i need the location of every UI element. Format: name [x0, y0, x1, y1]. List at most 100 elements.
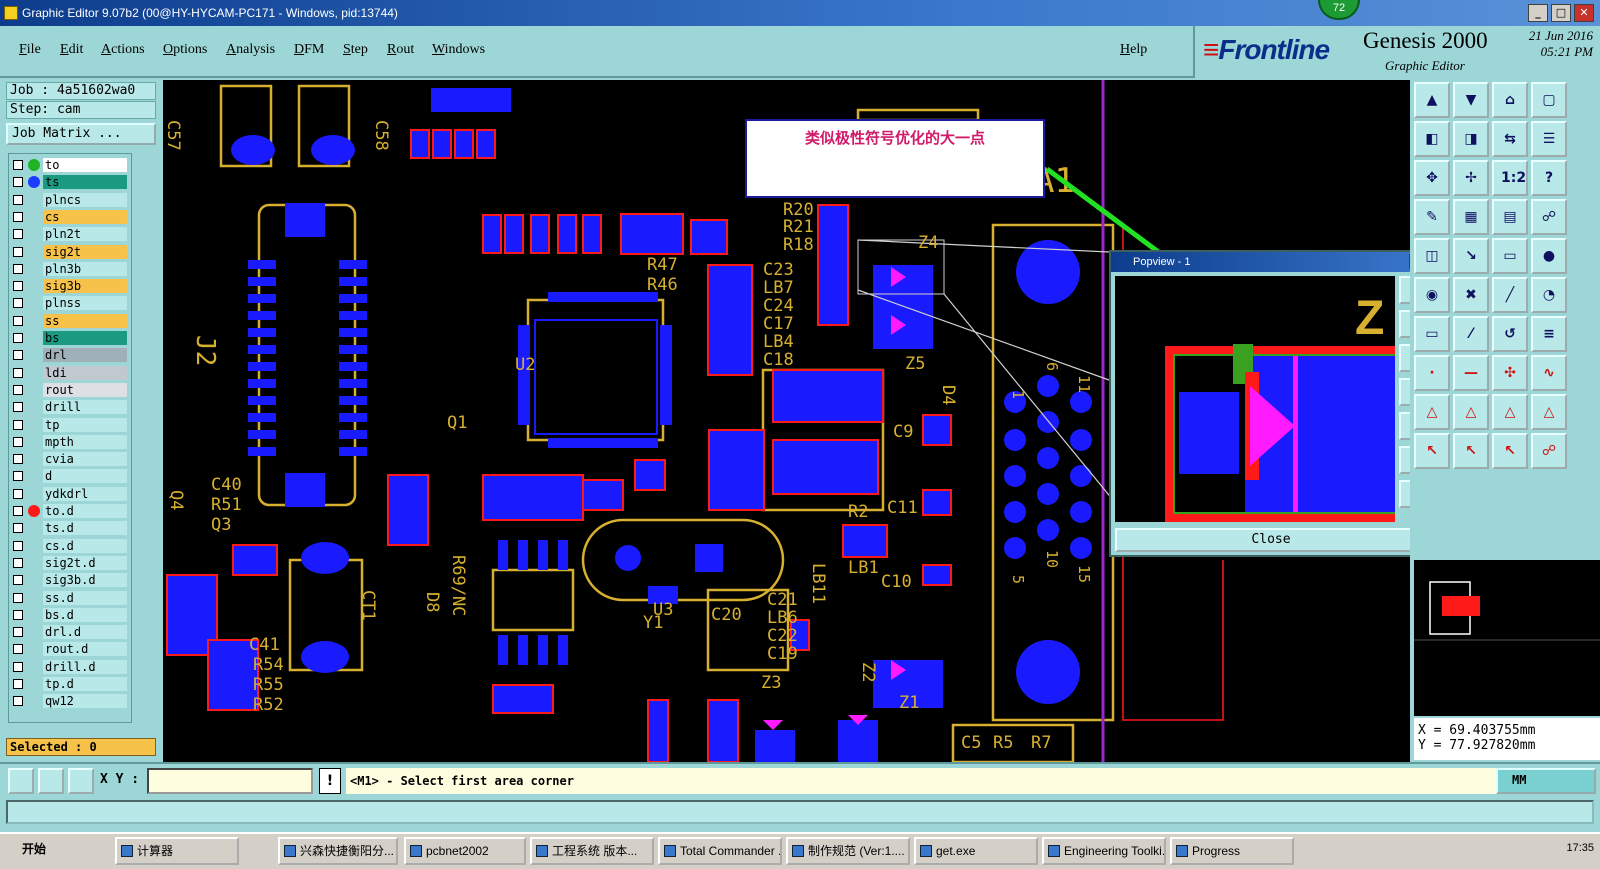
- menu-options[interactable]: Options: [163, 42, 207, 58]
- move-icon[interactable]: ✣: [1492, 355, 1528, 391]
- help-icon[interactable]: ?: [1531, 160, 1567, 196]
- layer-name[interactable]: sig3b: [43, 279, 127, 294]
- layer-name[interactable]: to: [43, 158, 127, 172]
- layer-checkbox[interactable]: [13, 454, 23, 465]
- rotate-icon[interactable]: ↺: [1492, 316, 1528, 352]
- layer-checkbox[interactable]: [13, 350, 23, 361]
- tri-d-icon[interactable]: △: [1531, 394, 1567, 430]
- layer-row[interactable]: cs: [11, 209, 127, 224]
- layer-checkbox[interactable]: [13, 315, 23, 326]
- layer-row[interactable]: drill.d: [11, 659, 127, 674]
- layer-checkbox[interactable]: [13, 661, 23, 672]
- move-down-icon[interactable]: ▼: [1453, 82, 1489, 118]
- layer-name[interactable]: bs: [43, 331, 127, 345]
- layer-row[interactable]: plncs: [11, 192, 127, 207]
- layer-checkbox[interactable]: [13, 263, 23, 274]
- layer-name[interactable]: drl: [43, 348, 127, 363]
- layer-name[interactable]: plnss: [43, 296, 127, 311]
- layer-checkbox[interactable]: [13, 592, 23, 603]
- menu-step[interactable]: Step: [343, 42, 368, 58]
- snap-corner-icon[interactable]: [8, 768, 34, 794]
- rect-icon[interactable]: ▭: [1414, 316, 1450, 352]
- bezier-icon[interactable]: ∿: [1531, 355, 1567, 391]
- task-total-commander[interactable]: Total Commander ...: [658, 837, 782, 865]
- minimap[interactable]: [1414, 560, 1600, 716]
- menu-file[interactable]: File: [19, 42, 41, 58]
- cursor-icon[interactable]: ↖: [1414, 433, 1450, 469]
- layer-checkbox[interactable]: [13, 384, 23, 395]
- ff-icon[interactable]: ≡: [1531, 316, 1567, 352]
- menu-analysis[interactable]: Analysis: [226, 42, 275, 58]
- layer-row[interactable]: sig3b.d: [11, 573, 127, 588]
- traffic-light-icon[interactable]: ▤: [1492, 199, 1528, 235]
- layer-name[interactable]: ss: [43, 313, 127, 328]
- layer-row[interactable]: ss.d: [11, 590, 127, 605]
- task-progress[interactable]: Progress: [1170, 837, 1294, 865]
- layer-name[interactable]: bs.d: [43, 607, 127, 622]
- layer-row[interactable]: ts.d: [11, 521, 127, 536]
- snap-icon[interactable]: ↘: [1453, 238, 1489, 274]
- layer-name[interactable]: pln3b: [43, 261, 127, 276]
- menu-dfm[interactable]: DFM: [294, 42, 324, 58]
- layer-name[interactable]: ss.d: [43, 590, 127, 605]
- layer-name[interactable]: sig2t.d: [43, 555, 127, 570]
- align-right-icon[interactable]: ◨: [1453, 121, 1489, 157]
- layer-row[interactable]: cs.d: [11, 538, 127, 553]
- task-get-exe[interactable]: get.exe: [914, 837, 1038, 865]
- layer-row[interactable]: sig3b: [11, 279, 127, 294]
- layer-name[interactable]: cvia: [43, 452, 127, 467]
- layer-checkbox[interactable]: [13, 540, 23, 551]
- grid-icon[interactable]: ▦: [1453, 199, 1489, 235]
- task-engineering-toolkit[interactable]: Engineering Toolki...: [1042, 837, 1166, 865]
- layer-checkbox[interactable]: [13, 194, 23, 205]
- layer-checkbox[interactable]: [13, 160, 23, 170]
- layer-checkbox[interactable]: [13, 298, 23, 309]
- layer-checkbox[interactable]: [13, 246, 23, 257]
- layer-name[interactable]: drl.d: [43, 625, 127, 640]
- start-button[interactable]: 开始: [2, 837, 46, 865]
- layer-row[interactable]: pln2t: [11, 227, 127, 242]
- zoom-fit-icon[interactable]: ✥: [1414, 160, 1450, 196]
- layer-row[interactable]: bs: [11, 331, 127, 345]
- layer-checkbox[interactable]: [13, 679, 23, 689]
- layer-name[interactable]: rout: [43, 382, 127, 397]
- task-engineering-system[interactable]: 工程系统 版本...: [530, 837, 654, 865]
- layer-row[interactable]: ts: [11, 175, 127, 190]
- menu-rout[interactable]: Rout: [387, 42, 414, 58]
- units-selector[interactable]: MM: [1496, 768, 1596, 794]
- cross-icon[interactable]: ✖: [1453, 277, 1489, 313]
- menu-actions[interactable]: Actions: [101, 42, 145, 58]
- layer-name[interactable]: drill.d: [43, 659, 127, 674]
- layer-name[interactable]: plncs: [43, 192, 127, 207]
- layer-row[interactable]: ydkdrl: [11, 486, 127, 501]
- job-matrix-button[interactable]: Job Matrix ...: [6, 123, 156, 145]
- layer-checkbox[interactable]: [13, 402, 23, 413]
- layer-row[interactable]: plnss: [11, 296, 127, 311]
- cursor-b-icon[interactable]: ↖: [1453, 433, 1489, 469]
- layer-checkbox[interactable]: [13, 436, 23, 447]
- layer-checkbox[interactable]: [13, 506, 23, 516]
- layer-row[interactable]: drl: [11, 348, 127, 363]
- list-icon[interactable]: ☰: [1531, 121, 1567, 157]
- flip-icon[interactable]: ⇆: [1492, 121, 1528, 157]
- layer-checkbox[interactable]: [13, 575, 23, 586]
- layer-name[interactable]: ydkdrl: [43, 486, 127, 501]
- layer-name[interactable]: sig3b.d: [43, 573, 127, 588]
- layer-row[interactable]: tp: [11, 417, 127, 432]
- frame-icon[interactable]: ◫: [1414, 238, 1450, 274]
- layer-checkbox[interactable]: [13, 333, 23, 343]
- layer-checkbox[interactable]: [13, 609, 23, 620]
- layer-name[interactable]: qw12: [43, 694, 127, 709]
- cursor-c-icon[interactable]: ↖: [1492, 433, 1528, 469]
- layer-name[interactable]: tp: [43, 417, 127, 432]
- tri-a-icon[interactable]: △: [1414, 394, 1450, 430]
- home-icon[interactable]: ⌂: [1492, 82, 1528, 118]
- layer-checkbox[interactable]: [13, 281, 23, 292]
- layer-name[interactable]: ts.d: [43, 521, 127, 536]
- layer-name[interactable]: cs: [43, 209, 127, 224]
- layer-checkbox[interactable]: [13, 523, 23, 534]
- minimize-button[interactable]: _: [1528, 4, 1548, 22]
- warning-icon[interactable]: !: [319, 768, 341, 794]
- dot-icon[interactable]: ·: [1414, 355, 1450, 391]
- layer-name[interactable]: drill: [43, 400, 127, 415]
